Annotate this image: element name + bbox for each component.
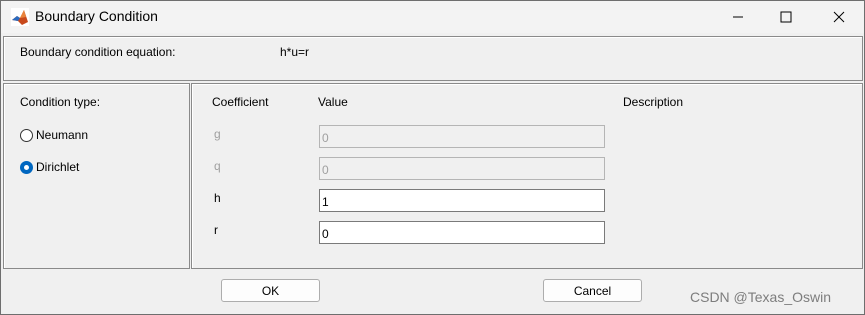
title-bar[interactable]: Boundary Condition [1, 1, 864, 33]
minimize-button[interactable] [715, 1, 761, 33]
equation-panel: Boundary condition equation: h*u=r [3, 36, 863, 81]
equation-value: h*u=r [280, 45, 310, 59]
coefficient-header: Coefficient [212, 95, 269, 109]
boundary-condition-dialog: Boundary Condition Boundary condition eq… [0, 0, 865, 315]
coefficient-r-field[interactable]: 0 [319, 221, 605, 244]
cancel-button[interactable]: Cancel [543, 279, 642, 302]
dirichlet-label[interactable]: Dirichlet [36, 160, 79, 174]
neumann-radio-option[interactable]: Neumann [20, 128, 88, 142]
coefficient-r-label: r [214, 223, 218, 237]
maximize-button[interactable] [763, 1, 809, 33]
coefficient-g-field: 0 [319, 125, 605, 148]
close-button[interactable] [816, 1, 862, 33]
neumann-label[interactable]: Neumann [36, 128, 88, 142]
ok-button[interactable]: OK [221, 279, 320, 302]
description-header: Description [623, 95, 684, 109]
coefficient-h-field[interactable]: 1 [319, 189, 605, 212]
condition-type-panel: Condition type: Neumann Dirichlet [3, 83, 190, 269]
equation-label: Boundary condition equation: [20, 45, 176, 59]
watermark-text: CSDN @Texas_Oswin [690, 289, 832, 305]
close-icon [833, 11, 845, 23]
coefficient-g-label: g [214, 127, 221, 141]
dirichlet-radio[interactable] [20, 160, 33, 174]
window-title: Boundary Condition [35, 8, 158, 24]
matlab-logo-icon [11, 8, 29, 26]
dirichlet-radio-option[interactable]: Dirichlet [20, 160, 79, 174]
neumann-radio[interactable] [20, 128, 33, 142]
coefficient-q-label: q [214, 159, 221, 173]
coefficients-panel: Coefficient Value Description g 0 q 0 h … [191, 83, 863, 269]
coefficient-h-label: h [214, 191, 221, 205]
condition-type-title: Condition type: [20, 95, 101, 109]
maximize-icon [780, 11, 792, 23]
value-header: Value [318, 95, 348, 109]
minimize-icon [733, 16, 743, 18]
coefficient-q-field: 0 [319, 157, 605, 180]
